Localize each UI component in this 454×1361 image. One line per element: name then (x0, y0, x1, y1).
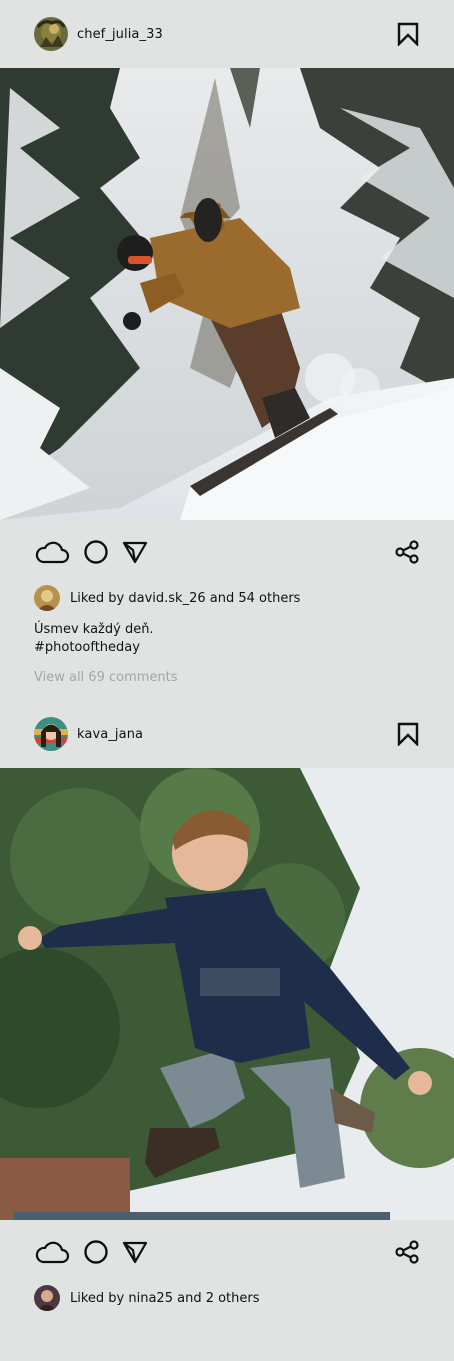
post-actions (0, 520, 454, 584)
post-header: chef_julia_33 (0, 0, 454, 68)
send-icon[interactable] (122, 1240, 148, 1264)
liker-avatar[interactable] (34, 1285, 60, 1311)
post-username[interactable]: chef_julia_33 (77, 27, 163, 42)
view-comments-link[interactable]: View all 69 comments (0, 670, 454, 685)
post-photo[interactable] (0, 768, 454, 1220)
likes-row: Liked by david.sk_26 and 54 others (0, 584, 454, 612)
snowboarder-photo (0, 68, 454, 520)
likes-text[interactable]: Liked by nina25 and 2 others (70, 1291, 260, 1306)
liker-avatar[interactable] (34, 585, 60, 611)
avatar[interactable] (34, 17, 68, 51)
cloud-icon[interactable] (34, 539, 70, 565)
bookmark-icon[interactable] (397, 22, 419, 46)
caption-hashtag[interactable]: #photooftheday (34, 639, 420, 657)
circle-icon[interactable] (83, 539, 109, 565)
cloud-icon[interactable] (34, 1239, 70, 1265)
likes-text[interactable]: Liked by david.sk_26 and 54 others (70, 591, 300, 606)
bookmark-icon[interactable] (397, 722, 419, 746)
post-photo[interactable] (0, 68, 454, 520)
post-header: kava_jana (0, 700, 454, 768)
share-icon[interactable] (394, 1239, 420, 1265)
post: kava_jana Liked by nina25 and 2 others (0, 700, 454, 1312)
post-caption: Úsmev každý deň. #photooftheday (0, 621, 454, 657)
post-username[interactable]: kava_jana (77, 727, 143, 742)
post-actions (0, 1220, 454, 1284)
boy-jumping-photo (0, 768, 454, 1220)
likes-row: Liked by nina25 and 2 others (0, 1284, 454, 1312)
avatar[interactable] (34, 717, 68, 751)
post: chef_julia_33 Liked by david.sk_26 and 5… (0, 0, 454, 685)
circle-icon[interactable] (83, 1239, 109, 1265)
feed: chef_julia_33 Liked by david.sk_26 and 5… (0, 0, 454, 1361)
send-icon[interactable] (122, 540, 148, 564)
caption-text: Úsmev každý deň. (34, 622, 154, 637)
share-icon[interactable] (394, 539, 420, 565)
